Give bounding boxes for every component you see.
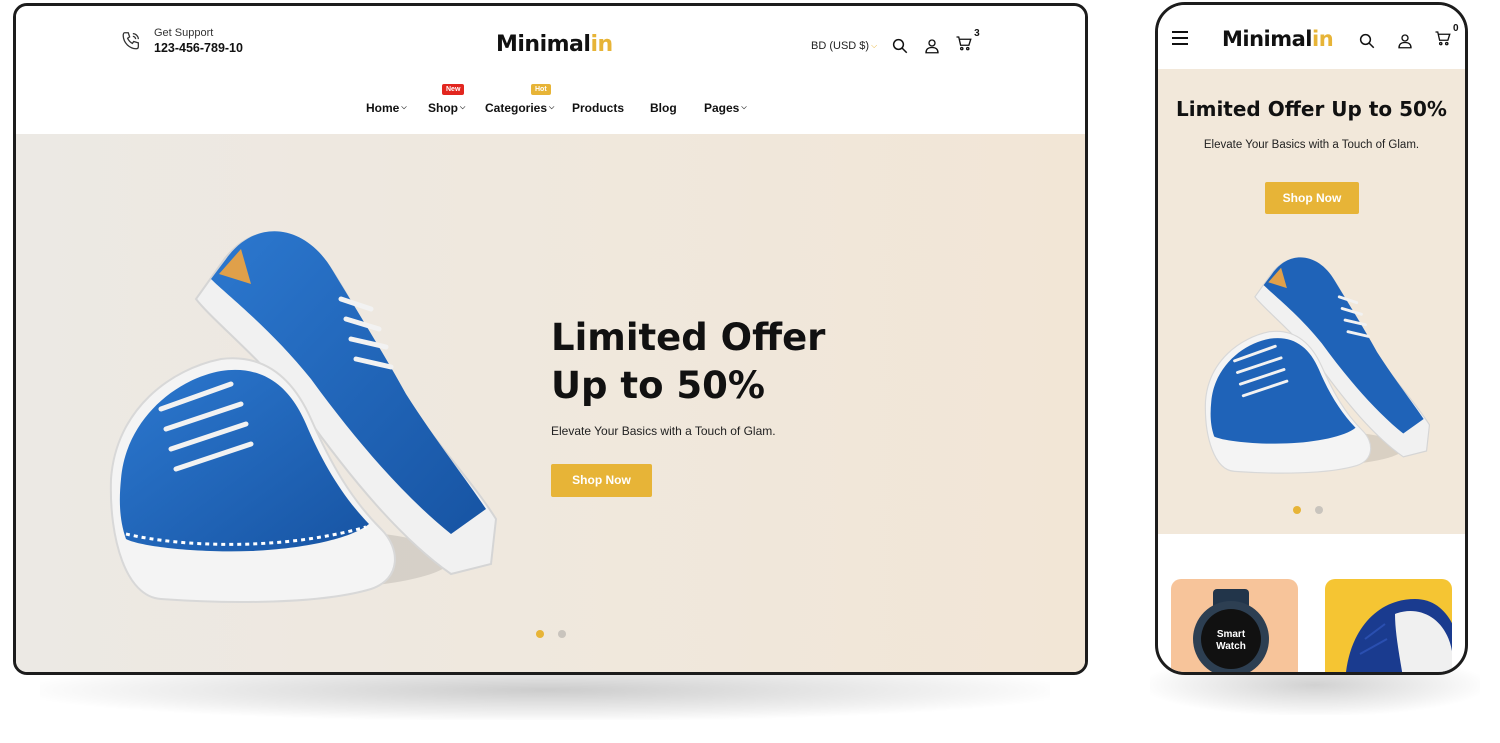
search-icon[interactable] <box>1358 32 1376 50</box>
category-card-watch[interactable]: Smart Watch <box>1171 579 1298 672</box>
hero-title-line1: Limited Offer <box>551 316 826 359</box>
chevron-down-icon: ⌵ <box>871 40 878 50</box>
mobile-hero: Limited Offer Up to 50% Elevate Your Bas… <box>1158 69 1465 534</box>
user-icon[interactable] <box>923 37 941 55</box>
cart-button[interactable]: 0 <box>1434 23 1459 52</box>
chevron-down-icon: ⌵ <box>549 104 555 111</box>
chevron-down-icon: ⌵ <box>401 104 407 111</box>
watch-text-line1: Smart <box>1217 629 1246 640</box>
currency-label: BD (USD $) <box>811 39 870 52</box>
mobile-hero-title: Limited Offer Up to 50% <box>1176 97 1447 121</box>
support-block[interactable]: Get Support 123-456-789-10 <box>120 26 243 56</box>
chevron-down-icon: ⌵ <box>741 104 747 111</box>
hero-title-line2: Up to 50% <box>551 364 765 407</box>
hot-badge: Hot <box>531 84 551 95</box>
logo-part1: Minimal <box>496 32 591 57</box>
cart-icon <box>956 36 972 51</box>
nav-item-blog[interactable]: Blog <box>650 101 704 115</box>
nav-label: Blog <box>650 101 677 115</box>
slider-dots <box>1293 506 1323 514</box>
nav-item-home[interactable]: Home ⌵ <box>366 101 428 115</box>
slider-dot-1[interactable] <box>536 630 544 638</box>
currency-selector[interactable]: BD (USD $) ⌵ <box>811 40 877 52</box>
phone-icon <box>122 32 139 50</box>
shop-now-button[interactable]: Shop Now <box>1265 182 1359 214</box>
mobile-header-actions: 0 <box>1358 23 1459 52</box>
smart-watch-image: Smart Watch <box>1193 589 1269 672</box>
site-logo[interactable]: Minimalin <box>496 32 613 57</box>
support-label: Get Support <box>154 27 214 39</box>
logo-part2: in <box>590 32 613 57</box>
cap-image <box>1346 599 1452 672</box>
slider-dot-2[interactable] <box>1315 506 1323 514</box>
hero-slider: Limited Offer Up to 50% Elevate Your Bas… <box>16 134 1085 672</box>
support-phone[interactable]: 123-456-789-10 <box>154 40 243 56</box>
slider-dot-1[interactable] <box>1293 506 1301 514</box>
watch-text-line2: Watch <box>1216 641 1246 652</box>
nav-label: Home <box>366 101 400 115</box>
search-icon[interactable] <box>891 37 909 55</box>
cart-button[interactable]: 3 <box>955 28 980 57</box>
chevron-down-icon: ⌵ <box>460 104 466 111</box>
shop-now-button[interactable]: Shop Now <box>551 464 652 497</box>
nav-item-shop[interactable]: New Shop ⌵ <box>428 84 485 115</box>
slider-dots <box>536 630 566 638</box>
nav-label: Pages <box>704 101 740 115</box>
site-header: Get Support 123-456-789-10 Minimalin BD … <box>16 6 1085 134</box>
nav-item-pages[interactable]: Pages ⌵ <box>704 101 764 115</box>
logo-part1: Minimal <box>1222 27 1313 51</box>
new-badge: New <box>442 84 465 95</box>
cart-count: 3 <box>974 28 980 39</box>
cart-count: 0 <box>1453 23 1459 34</box>
mobile-logo[interactable]: Minimalin <box>1222 27 1334 51</box>
mobile-header: Minimalin 0 <box>1158 5 1465 69</box>
hero-title: Limited Offer Up to 50% <box>551 314 825 410</box>
shoes-image <box>109 231 498 603</box>
nav-item-categories[interactable]: Hot Categories ⌵ <box>485 84 572 115</box>
main-nav: Home ⌵ New Shop ⌵ Hot Categories ⌵ Products… <box>366 84 764 115</box>
hamburger-icon[interactable] <box>1172 31 1188 45</box>
user-icon[interactable] <box>1396 32 1414 50</box>
cart-icon <box>1435 31 1451 46</box>
desktop-frame: Get Support 123-456-789-10 Minimalin BD … <box>13 3 1088 675</box>
slider-dot-2[interactable] <box>558 630 566 638</box>
nav-item-products[interactable]: Products <box>572 101 650 115</box>
mobile-hero-subtitle: Elevate Your Basics with a Touch of Glam… <box>1203 139 1420 151</box>
header-actions: BD (USD $) ⌵ 3 <box>811 28 980 57</box>
nav-label: Categories <box>485 101 548 115</box>
shoes-image <box>1204 257 1431 474</box>
mobile-frame: Minimalin 0 Limited Offer Up to 50% Elev… <box>1155 2 1468 675</box>
logo-part2: in <box>1312 27 1334 51</box>
hero-subtitle: Elevate Your Basics with a Touch of Glam… <box>551 424 776 438</box>
nav-label: Shop <box>428 101 458 115</box>
nav-label: Products <box>572 101 625 115</box>
category-card-cap[interactable] <box>1325 579 1452 672</box>
